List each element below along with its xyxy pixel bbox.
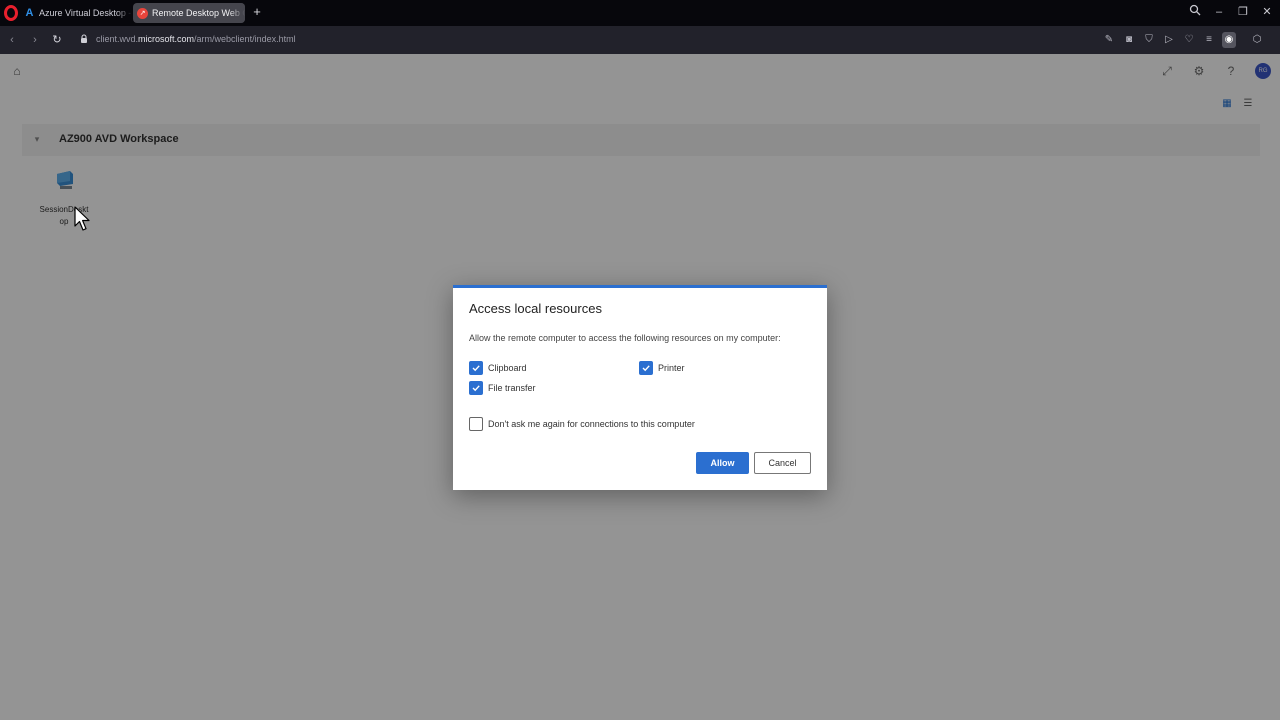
remote-desktop-icon: ↗ xyxy=(137,7,148,19)
tab-remote-desktop-web-client[interactable]: ↗ Remote Desktop Web Cli xyxy=(133,3,245,23)
new-tab-icon[interactable]: + xyxy=(250,5,264,19)
printer-checkbox[interactable]: Printer xyxy=(639,361,685,375)
minimize-icon[interactable]: – xyxy=(1211,4,1227,20)
dont-ask-again-label: Don't ask me again for connections to th… xyxy=(488,419,695,429)
camera-icon[interactable]: ◙ xyxy=(1122,32,1136,48)
printer-label: Printer xyxy=(658,363,685,373)
lock-icon xyxy=(81,34,87,43)
profile-icon[interactable]: ◉ xyxy=(1222,32,1236,48)
file-transfer-checkbox[interactable]: File transfer xyxy=(469,381,536,395)
cancel-button[interactable]: Cancel xyxy=(754,452,811,474)
checkbox-checked-icon[interactable] xyxy=(469,381,483,395)
opera-logo-icon[interactable] xyxy=(4,5,18,21)
forward-icon[interactable]: › xyxy=(28,32,42,48)
mouse-cursor-icon xyxy=(74,206,90,231)
checkbox-checked-icon[interactable] xyxy=(469,361,483,375)
allow-button[interactable]: Allow xyxy=(696,452,749,474)
address-toolbar: ‹ › ↻ client.wvd.microsoft.com/arm/webcl… xyxy=(0,26,1280,74)
tab-azure-virtual-desktop[interactable]: A Azure Virtual Desktop - M xyxy=(20,3,132,23)
dialog-title: Access local resources xyxy=(469,301,602,316)
address-field[interactable]: client.wvd.microsoft.com/arm/webclient/i… xyxy=(96,34,296,44)
dont-ask-again-checkbox[interactable]: Don't ask me again for connections to th… xyxy=(469,417,695,431)
checkbox-unchecked-icon[interactable] xyxy=(469,417,483,431)
tab-label: Remote Desktop Web Cli xyxy=(152,8,245,18)
menu-lines-icon[interactable]: ≡ xyxy=(1202,32,1216,48)
browser-tab-strip: A Azure Virtual Desktop - M ↗ Remote Des… xyxy=(0,0,1280,26)
shield-icon[interactable]: ⛉ xyxy=(1142,32,1156,48)
close-window-icon[interactable]: ✕ xyxy=(1259,4,1275,20)
edit-icon[interactable]: ✎ xyxy=(1102,32,1116,48)
url-path: /arm/webclient/index.html xyxy=(194,34,296,44)
search-tabs-icon[interactable] xyxy=(1187,4,1203,20)
file-transfer-label: File transfer xyxy=(488,383,536,393)
dialog-description: Allow the remote computer to access the … xyxy=(469,333,781,343)
clipboard-checkbox[interactable]: Clipboard xyxy=(469,361,527,375)
back-icon[interactable]: ‹ xyxy=(5,32,19,48)
clipboard-label: Clipboard xyxy=(488,363,527,373)
checkbox-checked-icon[interactable] xyxy=(639,361,653,375)
access-local-resources-dialog: Access local resources Allow the remote … xyxy=(453,285,827,490)
reload-icon[interactable]: ↻ xyxy=(50,32,64,48)
azure-icon: A xyxy=(25,7,34,19)
heart-icon[interactable]: ♡ xyxy=(1182,32,1196,48)
extensions-cube-icon[interactable]: ⬡ xyxy=(1250,32,1264,48)
url-host: microsoft.com xyxy=(138,34,195,44)
restore-icon[interactable]: ❐ xyxy=(1235,4,1251,20)
play-icon[interactable]: ▷ xyxy=(1162,32,1176,48)
tab-label: Azure Virtual Desktop - M xyxy=(39,8,132,18)
web-client-page: ⌂ ⤢ ⚙ ? RG ▦ ☰ ▾ AZ900 AVD Workspace Ses… xyxy=(0,54,1280,720)
url-prefix: client.wvd. xyxy=(96,34,139,44)
